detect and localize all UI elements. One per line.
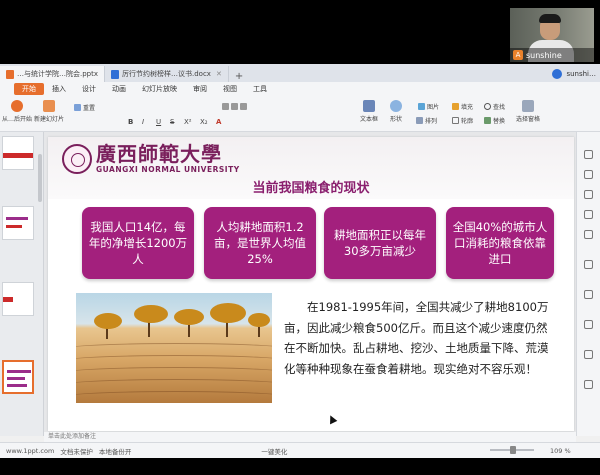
tab-docx[interactable]: 厉行节约树榜样…议书.docx ✕ bbox=[105, 66, 229, 82]
bold-button[interactable]: B bbox=[128, 118, 133, 126]
panel-icon[interactable] bbox=[584, 150, 593, 159]
document-tabs: …与统计学院…院会.pptx 厉行节约树榜样…议书.docx ✕ + sunsh… bbox=[0, 64, 600, 82]
menu-insert[interactable]: 插入 bbox=[44, 83, 74, 95]
status-bar: www.1ppt.com 文档未保护 本地备份开 一键美化 109 % bbox=[0, 442, 600, 458]
italic-button[interactable]: I bbox=[142, 118, 144, 126]
bottom-black-bar bbox=[0, 458, 600, 475]
fact-card: 人均耕地面积1.2亩，是世界人均值25% bbox=[204, 207, 316, 279]
select-pane-button[interactable]: 选择窗格 bbox=[516, 100, 540, 123]
fill-button[interactable]: 填充 bbox=[452, 102, 473, 111]
new-slide-button[interactable]: 新建幻灯片 bbox=[34, 100, 64, 123]
image-icon bbox=[418, 103, 425, 110]
superscript-button[interactable]: X² bbox=[184, 118, 192, 126]
webcam-overlay: A sunshine bbox=[510, 8, 594, 62]
shape-button[interactable]: 形状 bbox=[390, 100, 402, 123]
outline-button[interactable]: 轮廓 bbox=[452, 116, 473, 125]
slide[interactable]: 廣西師範大學 GUANGXI NORMAL UNIVERSITY 当前我国粮食的… bbox=[48, 137, 574, 431]
menu-tools[interactable]: 工具 bbox=[245, 83, 275, 95]
right-side-panel bbox=[576, 132, 600, 436]
font-color-button[interactable]: A bbox=[216, 118, 221, 126]
user-avatar[interactable] bbox=[552, 69, 563, 79]
university-seal-icon bbox=[62, 143, 92, 174]
desert-image bbox=[76, 293, 272, 403]
new-tab-button[interactable]: + bbox=[229, 71, 249, 82]
user-name: sunshi… bbox=[566, 70, 596, 78]
beautify-button[interactable]: 一键美化 bbox=[261, 446, 287, 456]
subscript-button[interactable]: X₂ bbox=[200, 118, 208, 126]
shape-icon bbox=[390, 100, 402, 112]
panel-icon[interactable] bbox=[584, 210, 593, 219]
underline-button[interactable]: U bbox=[156, 118, 161, 126]
panel-icon[interactable] bbox=[584, 190, 593, 199]
status-backup[interactable]: 本地备份开 bbox=[99, 446, 132, 456]
textbox-icon bbox=[363, 100, 375, 112]
slide-thumbnail-selected[interactable] bbox=[2, 360, 34, 394]
from-start-button[interactable]: 从…后开始 bbox=[2, 100, 32, 123]
menu-animation[interactable]: 动画 bbox=[104, 83, 134, 95]
find-button[interactable]: 查找 bbox=[484, 102, 505, 111]
slide-paragraph: 在1981-1995年间，全国共减少了耕地8100万亩，因此减少粮食500亿斤。… bbox=[284, 300, 549, 376]
slide-thumbnail[interactable] bbox=[2, 282, 34, 316]
strikethrough-button[interactable]: S bbox=[170, 118, 174, 126]
slide-thumbnail[interactable] bbox=[2, 136, 34, 170]
slide-canvas: 廣西師範大學 GUANGXI NORMAL UNIVERSITY 当前我国粮食的… bbox=[44, 132, 576, 436]
tab-pptx[interactable]: …与统计学院…院会.pptx bbox=[0, 66, 105, 82]
new-slide-icon bbox=[43, 100, 55, 112]
panel-icon[interactable] bbox=[584, 170, 593, 179]
arrange-button[interactable]: 排列 bbox=[416, 116, 437, 125]
list-icon bbox=[222, 103, 229, 110]
menu-bar: 开始 插入 设计 动画 幻灯片放映 审阅 视图 工具 bbox=[0, 82, 600, 96]
arrange-icon bbox=[416, 117, 423, 124]
university-name-cn: 廣西師範大學 bbox=[96, 142, 222, 166]
fact-card: 耕地面积正以每年30多万亩减少 bbox=[324, 207, 436, 279]
outline-icon bbox=[452, 117, 459, 124]
zoom-level: 109 % bbox=[550, 447, 571, 455]
fact-card: 全国40%的城市人口消耗的粮食依靠进口 bbox=[446, 207, 554, 279]
doc-file-icon bbox=[111, 69, 119, 79]
reset-icon bbox=[74, 104, 81, 111]
menu-view[interactable]: 视图 bbox=[215, 83, 245, 95]
indent-icon bbox=[231, 103, 238, 110]
cursor-select-icon bbox=[522, 100, 534, 112]
avatar: A bbox=[513, 50, 523, 60]
panel-icon[interactable] bbox=[584, 230, 593, 239]
panel-icon[interactable] bbox=[584, 380, 593, 389]
webcam-name: sunshine bbox=[526, 50, 562, 60]
menu-home[interactable]: 开始 bbox=[14, 83, 44, 95]
menu-review[interactable]: 审阅 bbox=[185, 83, 215, 95]
university-name-en: GUANGXI NORMAL UNIVERSITY bbox=[96, 165, 240, 174]
search-icon bbox=[484, 103, 491, 110]
status-protect[interactable]: 文档未保护 bbox=[60, 446, 93, 456]
panel-icon[interactable] bbox=[584, 320, 593, 329]
menu-slideshow[interactable]: 幻灯片放映 bbox=[134, 83, 185, 95]
play-icon bbox=[11, 100, 23, 112]
panel-icon[interactable] bbox=[584, 290, 593, 299]
fact-card: 我国人口14亿，每年的净增长1200万人 bbox=[82, 207, 194, 279]
panel-icon[interactable] bbox=[584, 260, 593, 269]
menu-design[interactable]: 设计 bbox=[74, 83, 104, 95]
zoom-slider-handle[interactable] bbox=[510, 446, 516, 454]
ppt-file-icon bbox=[6, 69, 14, 79]
image-button[interactable]: 图片 bbox=[418, 102, 439, 111]
slide-thumbnail[interactable] bbox=[2, 206, 34, 240]
thumbnail-scrollbar[interactable] bbox=[38, 154, 42, 202]
textbox-button[interactable]: 文本框 bbox=[360, 100, 378, 123]
close-icon[interactable]: ✕ bbox=[216, 70, 222, 78]
replace-icon bbox=[484, 117, 491, 124]
webcam-name-tag: A sunshine bbox=[510, 48, 594, 62]
screen: A sunshine …与统计学院…院会.pptx 厉行节约树榜样…议书.doc… bbox=[0, 0, 600, 475]
reset-button[interactable]: 重置 bbox=[74, 103, 95, 112]
replace-button[interactable]: 替换 bbox=[484, 116, 505, 125]
status-site: www.1ppt.com bbox=[6, 446, 55, 455]
fill-icon bbox=[452, 103, 459, 110]
panel-icon[interactable] bbox=[584, 350, 593, 359]
slide-thumbnails bbox=[0, 132, 44, 436]
notes-area[interactable]: 单击此处添加备注 bbox=[44, 432, 576, 442]
align-icon bbox=[240, 103, 247, 110]
paragraph-tools[interactable] bbox=[222, 103, 247, 110]
ribbon-toolbar: 从…后开始 新建幻灯片 重置 文本框 形状 排列 图片 填充 轮廓 查找 替换 … bbox=[0, 96, 600, 208]
university-logo: 廣西師範大學 GUANGXI NORMAL UNIVERSITY bbox=[62, 143, 240, 174]
slide-title: 当前我国粮食的现状 bbox=[252, 181, 370, 196]
